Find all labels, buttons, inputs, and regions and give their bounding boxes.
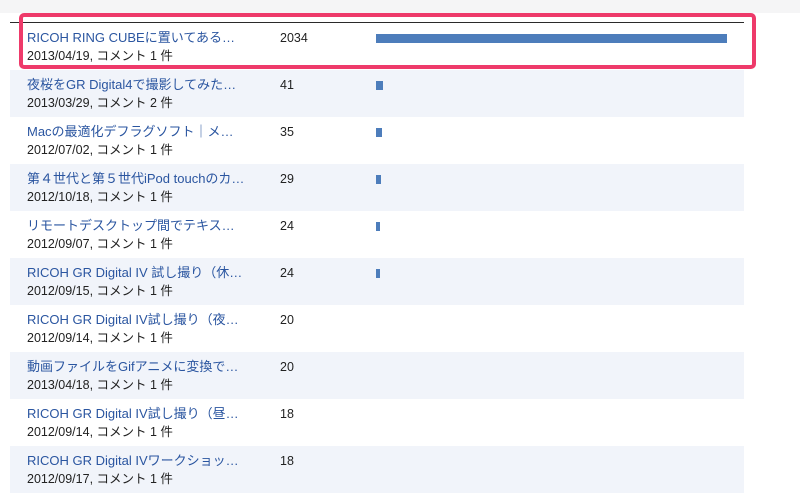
- post-date: 2012/09/07: [27, 237, 90, 251]
- post-meta: 2012/09/14, コメント 1 件: [27, 331, 173, 345]
- post-meta: 2012/09/15, コメント 1 件: [27, 284, 173, 298]
- view-count: 24: [280, 219, 294, 233]
- post-date: 2012/09/14: [27, 425, 90, 439]
- post-date: 2013/04/18: [27, 378, 90, 392]
- post-title-link[interactable]: 夜桜をGR Digital4で撮影してみた…: [27, 77, 267, 93]
- comment-count: コメント 1 件: [96, 190, 173, 204]
- post-meta: 2012/10/18, コメント 1 件: [27, 190, 173, 204]
- comment-count: コメント 1 件: [96, 472, 173, 486]
- post-meta: 2013/03/29, コメント 2 件: [27, 96, 173, 110]
- post-date: 2012/07/02: [27, 143, 90, 157]
- post-title-link[interactable]: RICOH GR Digital IV試し撮り（夜…: [27, 312, 267, 328]
- comment-count: コメント 1 件: [96, 378, 173, 392]
- table-row: RICOH GR Digital IV 試し撮り（休… 2012/09/15, コ…: [10, 258, 744, 305]
- table-row: RICOH GR Digital IV試し撮り（昼… 2012/09/14, コメ…: [10, 399, 744, 446]
- view-count: 18: [280, 454, 294, 468]
- post-title-link[interactable]: リモートデスクトップ間でテキス…: [27, 218, 267, 234]
- post-title-link[interactable]: RICOH GR Digital IV試し撮り（昼…: [27, 406, 267, 422]
- table-row: RICOH GR Digital IV試し撮り（夜… 2012/09/14, コメ…: [10, 305, 744, 352]
- post-meta: 2013/04/18, コメント 1 件: [27, 378, 173, 392]
- comment-count: コメント 1 件: [96, 331, 173, 345]
- table-row: RICOH GR Digital IVワークショッ… 2012/09/17, コメ…: [10, 446, 744, 493]
- comment-count: コメント 1 件: [96, 237, 173, 251]
- comment-count: コメント 1 件: [96, 425, 173, 439]
- post-meta: 2012/07/02, コメント 1 件: [27, 143, 173, 157]
- post-title-link[interactable]: RICOH GR Digital IV 試し撮り（休…: [27, 265, 267, 281]
- post-date: 2012/09/15: [27, 284, 90, 298]
- view-count: 20: [280, 313, 294, 327]
- post-title-link[interactable]: 第４世代と第５世代iPod touchのカ…: [27, 171, 267, 187]
- comment-count: コメント 1 件: [96, 143, 173, 157]
- table-row: 動画ファイルをGifアニメに変換で… 2013/04/18, コメント 1 件 20: [10, 352, 744, 399]
- post-meta: 2012/09/17, コメント 1 件: [27, 472, 173, 486]
- post-date: 2012/09/17: [27, 472, 90, 486]
- ranking-table: RICOH RING CUBEに置いてある… 2013/04/19, コメント 1…: [10, 22, 744, 493]
- count-bar: [376, 128, 383, 137]
- count-bar: [376, 81, 384, 90]
- post-title-link[interactable]: 動画ファイルをGifアニメに変換で…: [27, 359, 267, 375]
- post-date: 2013/03/29: [27, 96, 90, 110]
- top-strip: [0, 0, 800, 13]
- view-count: 24: [280, 266, 294, 280]
- table-row: 夜桜をGR Digital4で撮影してみた… 2013/03/29, コメント 2…: [10, 70, 744, 117]
- post-title-link[interactable]: RICOH GR Digital IVワークショッ…: [27, 453, 267, 469]
- count-bar: [376, 175, 381, 184]
- post-meta: 2012/09/14, コメント 1 件: [27, 425, 173, 439]
- comment-count: コメント 1 件: [96, 284, 173, 298]
- table-row: リモートデスクトップ間でテキス… 2012/09/07, コメント 1 件 24: [10, 211, 744, 258]
- view-count: 18: [280, 407, 294, 421]
- count-bar: [376, 269, 381, 278]
- post-meta: 2012/09/07, コメント 1 件: [27, 237, 173, 251]
- view-count: 20: [280, 360, 294, 374]
- view-count: 41: [280, 78, 294, 92]
- comment-count: コメント 2 件: [96, 96, 173, 110]
- count-bar: [376, 222, 381, 231]
- table-row: Macの最適化デフラグソフト｜メ… 2012/07/02, コメント 1 件 35: [10, 117, 744, 164]
- post-date: 2012/09/14: [27, 331, 90, 345]
- post-title-link[interactable]: Macの最適化デフラグソフト｜メ…: [27, 124, 267, 140]
- view-count: 29: [280, 172, 294, 186]
- view-count: 35: [280, 125, 294, 139]
- post-date: 2012/10/18: [27, 190, 90, 204]
- highlight-box: [19, 13, 756, 69]
- table-row: 第４世代と第５世代iPod touchのカ… 2012/10/18, コメント 1…: [10, 164, 744, 211]
